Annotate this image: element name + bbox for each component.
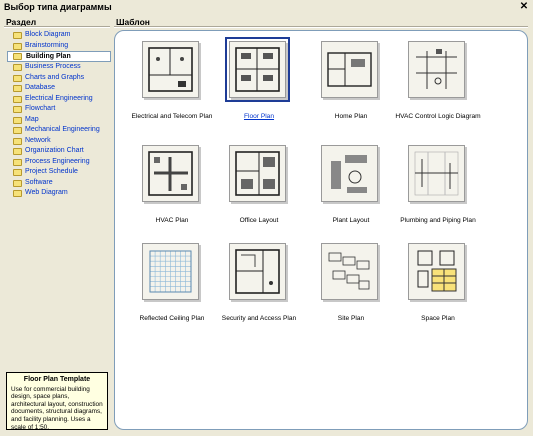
category-label: Database xyxy=(25,84,55,91)
category-label: Mechanical Engineering xyxy=(25,126,100,133)
template-description: Floor Plan Template Use for commercial b… xyxy=(6,372,108,431)
plant-layout-icon xyxy=(321,145,378,202)
description-title: Floor Plan Template xyxy=(23,376,91,383)
folder-icon xyxy=(13,169,22,176)
template-item[interactable]: HVAC Control Logic Diagram xyxy=(388,41,488,135)
folder-icon xyxy=(13,85,22,92)
folder-icon xyxy=(13,106,22,113)
template-item[interactable]: Office Layout xyxy=(209,145,309,239)
category-label: Charts and Graphs xyxy=(25,73,85,81)
window-title: Выбор типа диаграммы xyxy=(4,2,112,12)
description-text: Use for commercial building design, spac… xyxy=(11,385,103,431)
folder-icon xyxy=(13,190,22,197)
category-item[interactable]: Building Plan xyxy=(7,51,111,62)
category-label: Network xyxy=(25,136,51,144)
category-label: Organization Chart xyxy=(25,147,84,154)
folder-icon xyxy=(13,148,22,155)
hvac-control-logic-icon xyxy=(408,41,465,98)
category-item[interactable]: Network xyxy=(3,136,113,147)
category-label: Software xyxy=(25,178,53,186)
template-gallery: Electrical and Telecom Plan Floor Plan Hom… xyxy=(114,30,528,430)
folder-icon xyxy=(13,179,22,187)
template-label: Plumbing and Piping Plan xyxy=(400,217,476,224)
category-list[interactable]: Block Diagram Brainstorming Building Plan B… xyxy=(3,30,113,366)
template-header-divider xyxy=(114,26,528,28)
category-label: Flowchart xyxy=(25,105,56,112)
title-bar: Выбор типа диаграммы ✕ xyxy=(0,0,533,14)
folder-icon xyxy=(13,42,22,50)
folder-icon xyxy=(13,95,22,103)
category-item[interactable]: Block Diagram xyxy=(3,30,113,41)
folder-icon xyxy=(13,116,22,124)
office-layout-icon xyxy=(229,145,286,202)
home-plan-icon xyxy=(321,41,378,98)
plumbing-piping-icon xyxy=(408,145,465,202)
category-item[interactable]: Charts and Graphs xyxy=(3,73,113,84)
category-item[interactable]: Process Engineering xyxy=(3,157,113,168)
floor-plan-icon xyxy=(225,37,290,102)
category-label: Business Process xyxy=(25,63,81,70)
hvac-plan-icon xyxy=(142,145,199,202)
category-item[interactable]: Brainstorming xyxy=(3,41,113,52)
category-item[interactable]: Mechanical Engineering xyxy=(3,125,113,136)
template-item[interactable]: Home Plan xyxy=(301,41,401,135)
folder-icon xyxy=(13,74,22,82)
category-label: Electrical Engineering xyxy=(25,94,93,102)
template-item[interactable]: Plant Layout xyxy=(301,145,401,239)
electrical-telecom-plan-icon xyxy=(142,41,199,98)
folder-icon xyxy=(13,127,22,134)
site-plan-icon xyxy=(321,243,378,300)
category-label: Building Plan xyxy=(26,53,71,60)
category-item[interactable]: Map xyxy=(3,115,113,126)
category-label: Project Schedule xyxy=(25,168,78,175)
category-item[interactable]: Project Schedule xyxy=(3,167,113,178)
folder-icon xyxy=(13,137,22,145)
template-item[interactable]: Site Plan xyxy=(301,243,401,337)
reflected-ceiling-icon xyxy=(142,243,199,300)
template-item[interactable]: Plumbing and Piping Plan xyxy=(388,145,488,239)
template-item[interactable]: Electrical and Telecom Plan xyxy=(122,41,222,135)
category-item[interactable]: Web Diagram xyxy=(3,188,113,199)
template-item[interactable]: HVAC Plan xyxy=(122,145,222,239)
category-item[interactable]: Software xyxy=(3,178,113,189)
category-item[interactable]: Database xyxy=(3,83,113,94)
category-item[interactable]: Electrical Engineering xyxy=(3,94,113,105)
category-label: Web Diagram xyxy=(25,189,68,196)
category-item[interactable]: Organization Chart xyxy=(3,146,113,157)
template-label: Space Plan xyxy=(421,315,455,322)
category-label: Process Engineering xyxy=(25,157,90,165)
category-item[interactable]: Business Process xyxy=(3,62,113,73)
space-plan-icon xyxy=(408,243,465,300)
template-item[interactable]: Space Plan xyxy=(388,243,488,337)
template-label: HVAC Control Logic Diagram xyxy=(395,113,481,120)
category-item[interactable]: Flowchart xyxy=(3,104,113,115)
category-label: Map xyxy=(25,115,39,123)
category-label: Brainstorming xyxy=(25,41,69,49)
folder-icon xyxy=(13,158,22,166)
folder-icon xyxy=(13,32,22,39)
folder-icon xyxy=(13,64,22,71)
folder-icon xyxy=(13,53,22,60)
category-label: Block Diagram xyxy=(25,31,71,38)
security-access-icon xyxy=(229,243,286,300)
close-icon[interactable]: ✕ xyxy=(518,1,530,13)
template-item[interactable]: Security and Access Plan xyxy=(209,243,309,337)
template-item[interactable]: Floor Plan xyxy=(209,37,309,135)
template-item[interactable]: Reflected Ceiling Plan xyxy=(122,243,222,337)
category-header-divider xyxy=(4,26,110,28)
